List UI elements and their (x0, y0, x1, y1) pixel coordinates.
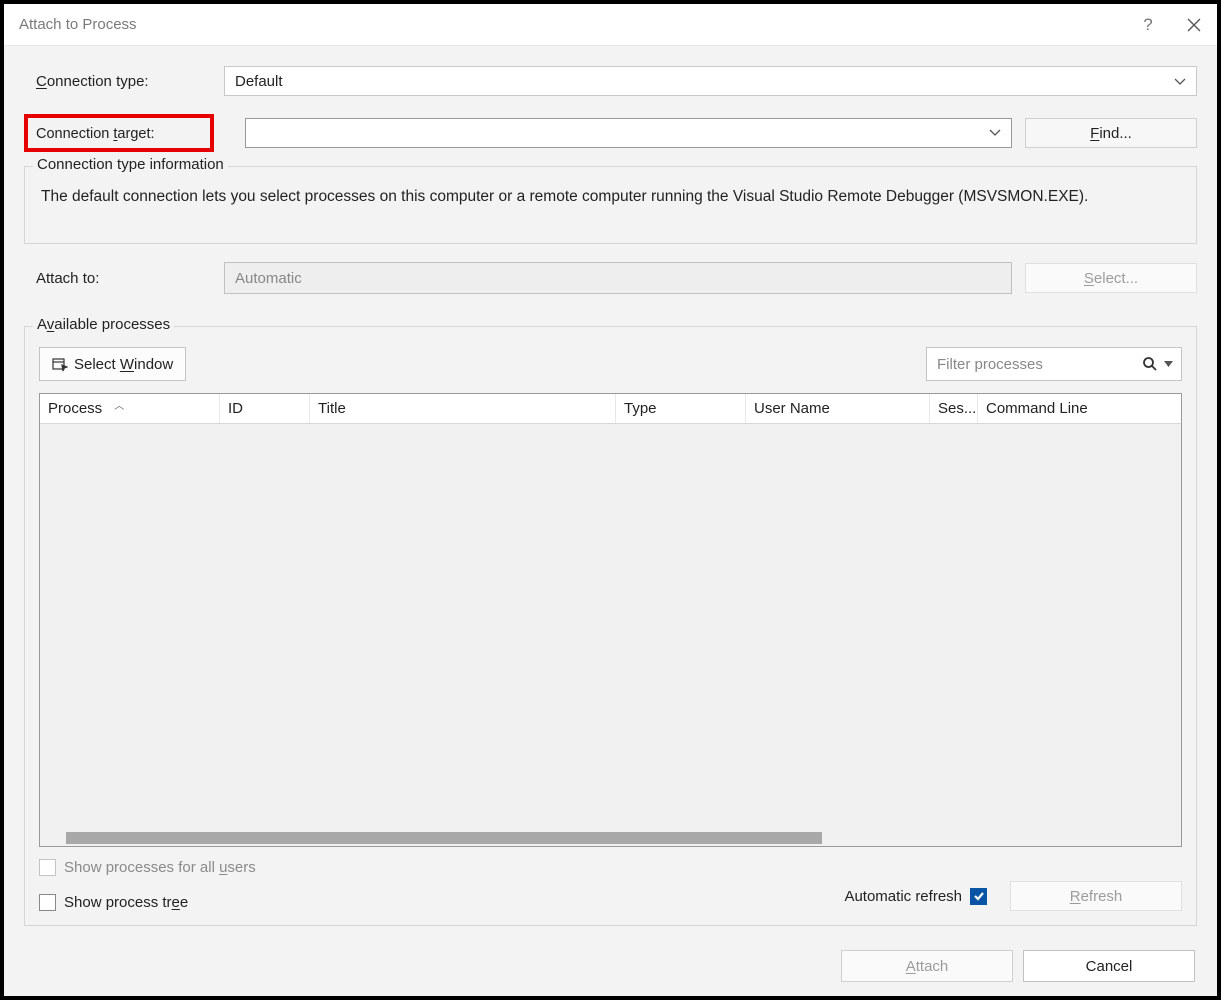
connection-target-row: Connection target: Find... (24, 114, 1197, 152)
sort-ascending-icon: ︿ (114, 397, 124, 412)
filter-placeholder: Filter processes (937, 356, 1136, 373)
table-header: Process ︿ ID Title Type User Name Ses...… (40, 394, 1181, 424)
options-row: Show processes for all users Show proces… (39, 859, 1182, 911)
connection-type-row: Connection type: Default (24, 66, 1197, 96)
dialog-body: Connection type: Default Connection targ… (4, 46, 1217, 936)
connection-target-label-highlight: Connection target: (24, 114, 214, 152)
column-process[interactable]: Process ︿ (40, 394, 220, 423)
column-title[interactable]: Title (310, 394, 616, 423)
titlebar: Attach to Process ? (4, 4, 1217, 46)
column-session[interactable]: Ses... (930, 394, 978, 423)
available-processes-group: Available processes Select Window Filter… (24, 326, 1197, 926)
search-icon (1142, 356, 1158, 372)
refresh-button[interactable]: Refresh (1010, 881, 1182, 911)
attach-to-process-dialog: Attach to Process ? Connection type: Def… (3, 3, 1218, 997)
checkbox-box (39, 894, 56, 911)
column-id[interactable]: ID (220, 394, 310, 423)
find-button[interactable]: Find... (1025, 118, 1197, 148)
chevron-down-icon (1174, 73, 1186, 90)
scrollbar-thumb[interactable] (66, 832, 822, 844)
chevron-down-icon (989, 125, 1001, 141)
checkbox-column: Show processes for all users Show proces… (39, 859, 256, 911)
show-all-users-checkbox[interactable]: Show processes for all users (39, 859, 256, 876)
connection-type-info-group: Connection type information The default … (24, 166, 1197, 244)
show-all-users-label: Show processes for all users (64, 859, 256, 876)
cancel-button[interactable]: Cancel (1023, 950, 1195, 982)
processes-table: Process ︿ ID Title Type User Name Ses...… (39, 393, 1182, 847)
column-type[interactable]: Type (616, 394, 746, 423)
attach-to-label: Attach to: (24, 270, 224, 287)
connection-type-select[interactable]: Default (224, 66, 1197, 96)
select-window-icon (52, 356, 68, 372)
available-processes-legend: Available processes (33, 316, 174, 333)
connection-type-label: Connection type: (24, 73, 224, 90)
window-title: Attach to Process (19, 16, 1125, 33)
help-icon: ? (1143, 15, 1152, 35)
close-icon (1187, 18, 1201, 32)
connection-type-info-legend: Connection type information (33, 156, 228, 173)
processes-toolbar: Select Window Filter processes (39, 347, 1182, 381)
close-button[interactable] (1171, 4, 1217, 46)
horizontal-scrollbar[interactable] (40, 830, 1181, 846)
select-code-type-button[interactable]: Select... (1025, 263, 1197, 293)
attach-to-value: Automatic (235, 270, 302, 287)
filter-processes-input[interactable]: Filter processes (926, 347, 1182, 381)
show-process-tree-label: Show process tree (64, 894, 188, 911)
column-username[interactable]: User Name (746, 394, 930, 423)
table-body-empty (40, 424, 1181, 830)
automatic-refresh-label: Automatic refresh (844, 888, 962, 905)
checkbox-box (39, 859, 56, 876)
connection-type-value: Default (235, 73, 283, 90)
chevron-down-icon[interactable] (1164, 361, 1173, 367)
attach-to-row: Attach to: Automatic Select... (24, 262, 1197, 294)
show-process-tree-checkbox[interactable]: Show process tree (39, 894, 256, 911)
select-window-button[interactable]: Select Window (39, 347, 186, 381)
connection-target-label: Connection target: (36, 126, 155, 142)
checkbox-box-checked (970, 888, 987, 905)
connection-type-info-text: The default connection lets you select p… (41, 185, 1180, 209)
attach-to-field: Automatic (224, 262, 1012, 294)
automatic-refresh-checkbox[interactable]: Automatic refresh (844, 888, 987, 905)
connection-target-combobox[interactable] (245, 118, 1012, 148)
dialog-footer: Attach Cancel (4, 936, 1217, 996)
help-button[interactable]: ? (1125, 4, 1171, 46)
refresh-controls: Automatic refresh Refresh (844, 881, 1182, 911)
attach-button[interactable]: Attach (841, 950, 1013, 982)
column-cmdline[interactable]: Command Line (978, 394, 1181, 423)
